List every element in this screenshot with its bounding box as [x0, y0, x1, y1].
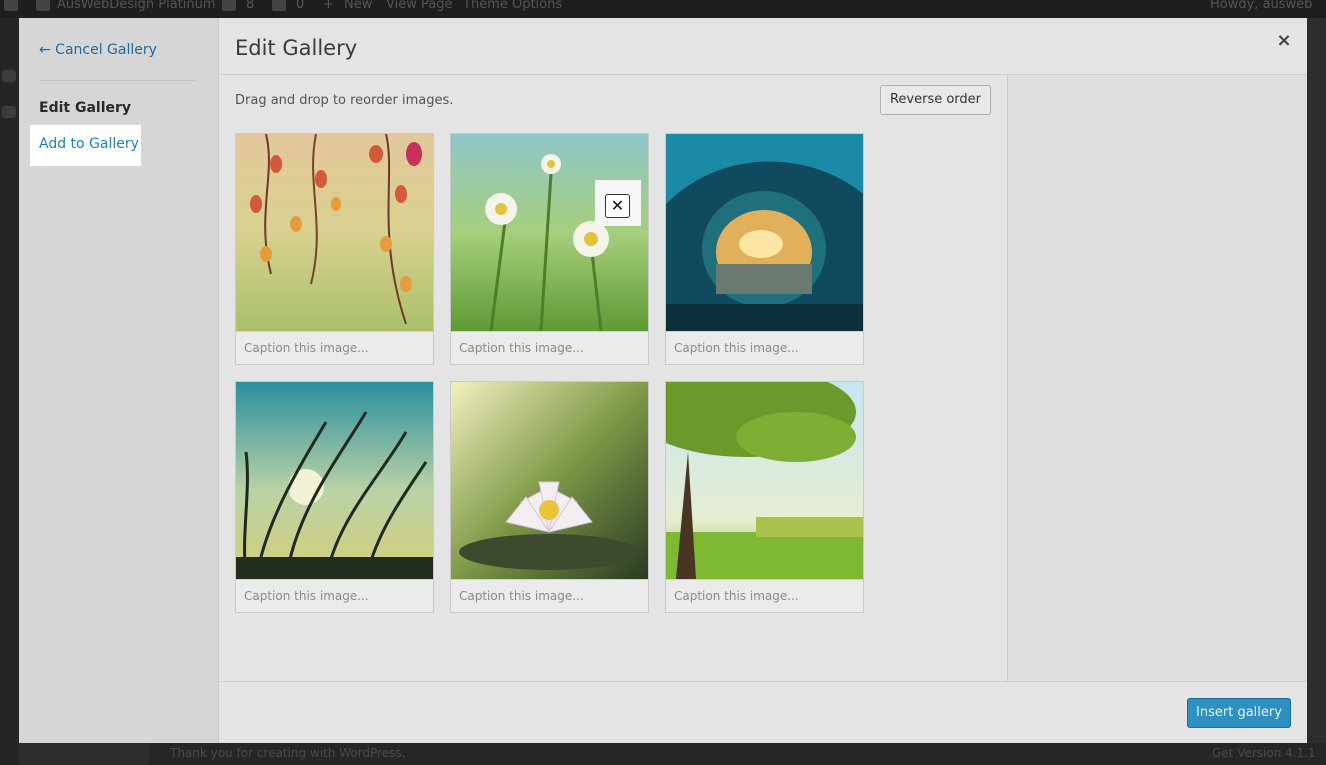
menu-icon: [2, 70, 16, 82]
gallery-image[interactable]: [666, 134, 863, 331]
gallery-image[interactable]: [451, 134, 648, 331]
attachment-details-sidebar: [1007, 75, 1307, 681]
reorder-instructions: Drag and drop to reorder images.: [235, 93, 454, 108]
gallery-image[interactable]: [666, 382, 863, 579]
menu-item-add-to-gallery[interactable]: Add to Gallery: [30, 125, 141, 166]
gallery-image[interactable]: [236, 382, 433, 579]
gallery-thumbnail[interactable]: Caption this image...: [665, 381, 864, 613]
updates-icon: [222, 0, 236, 12]
gallery-content: Drag and drop to reorder images. Reverse…: [219, 75, 1007, 681]
media-modal: ← Cancel Gallery Edit Gallery Add to Gal…: [19, 18, 1307, 743]
close-icon[interactable]: ×: [1273, 30, 1295, 52]
admin-bar-new[interactable]: New: [344, 0, 372, 12]
admin-bar-theme-options[interactable]: Theme Options: [463, 0, 562, 12]
caption-field[interactable]: Caption this image...: [451, 331, 648, 364]
gallery-thumbnail[interactable]: Caption this image...: [450, 133, 649, 365]
gallery-image[interactable]: [236, 134, 433, 331]
admin-bar-howdy[interactable]: Howdy, ausweb: [1210, 0, 1312, 12]
footer-version[interactable]: Get Version 4.1.1: [1212, 746, 1316, 760]
caption-field[interactable]: Caption this image...: [451, 579, 648, 612]
gallery-thumbnail[interactable]: Caption this image...: [665, 133, 864, 365]
settings-icon: [2, 106, 16, 118]
admin-bar-site-name[interactable]: AusWebDesign Platinum: [57, 0, 216, 12]
plus-icon: +: [323, 0, 334, 12]
cancel-gallery-link[interactable]: ← Cancel Gallery: [39, 42, 157, 58]
gallery-image[interactable]: [451, 382, 648, 579]
home-icon: [36, 0, 50, 12]
caption-field[interactable]: Caption this image...: [666, 331, 863, 364]
caption-field[interactable]: Caption this image...: [236, 331, 433, 364]
caption-field[interactable]: Caption this image...: [236, 579, 433, 612]
updates-count[interactable]: 8: [246, 0, 254, 12]
remove-image-close-icon[interactable]: ✕: [605, 194, 630, 218]
admin-sidebar: [0, 18, 19, 765]
gallery-thumbnail[interactable]: Caption this image...: [235, 133, 434, 365]
comments-count[interactable]: 0: [296, 0, 304, 12]
gallery-thumbnail[interactable]: Caption this image...: [450, 381, 649, 613]
media-toolbar: Insert gallery: [219, 682, 1307, 743]
gallery-thumbnail[interactable]: Caption this image...: [235, 381, 434, 613]
wordpress-logo-icon[interactable]: [4, 0, 18, 12]
admin-bar: AusWebDesign Platinum 8 0 + New View Pag…: [0, 0, 1326, 18]
admin-footer: Thank you for creating with WordPress. G…: [150, 743, 1326, 765]
reverse-order-button[interactable]: Reverse order: [880, 85, 991, 115]
comments-icon: [272, 0, 286, 12]
page-title: Edit Gallery: [235, 36, 358, 60]
footer-thanks[interactable]: Thank you for creating with WordPress.: [170, 746, 405, 760]
caption-field[interactable]: Caption this image...: [666, 579, 863, 612]
menu-item-edit-gallery[interactable]: Edit Gallery: [39, 100, 131, 116]
media-menu: ← Cancel Gallery Edit Gallery Add to Gal…: [19, 18, 219, 743]
insert-gallery-button[interactable]: Insert gallery: [1187, 698, 1291, 728]
admin-bar-view-page[interactable]: View Page: [386, 0, 452, 12]
menu-separator: [39, 80, 197, 81]
